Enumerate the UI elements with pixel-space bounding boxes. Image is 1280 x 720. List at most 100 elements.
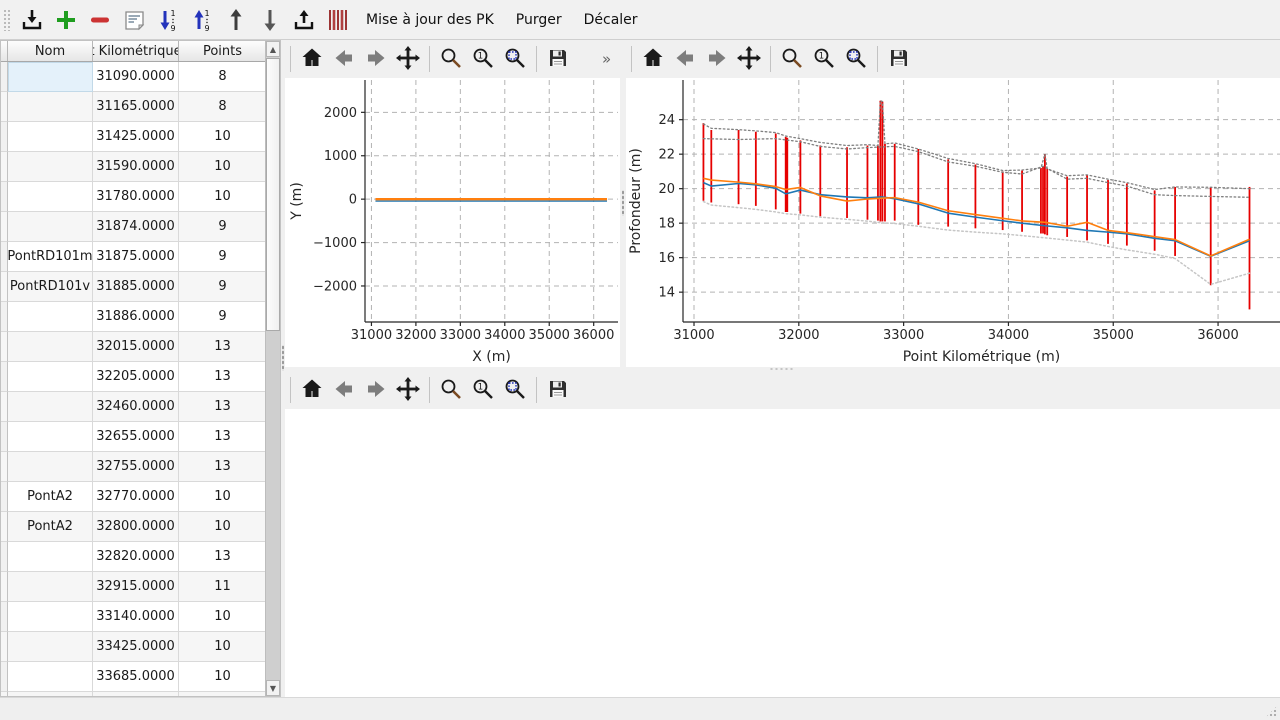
profondeur-chart[interactable]: 3100032000330003400035000360001416182022… xyxy=(626,78,1280,367)
table-cell[interactable] xyxy=(8,392,93,422)
table-cell[interactable]: 9 xyxy=(179,302,267,332)
table-cell[interactable]: 10 xyxy=(179,632,267,662)
pan-button[interactable] xyxy=(733,43,765,75)
table-cell[interactable]: PontA2 xyxy=(8,482,93,512)
table-cell[interactable] xyxy=(8,92,93,122)
table-cell[interactable]: 10 xyxy=(179,512,267,542)
zoom-one-button[interactable]: 1 xyxy=(808,43,840,75)
notes-button[interactable] xyxy=(118,4,150,36)
table-cell[interactable]: 32015.0000 xyxy=(93,332,179,362)
bottom-plot-canvas[interactable] xyxy=(285,409,1280,697)
move-down-button[interactable] xyxy=(254,4,286,36)
toolbar-drag-handle[interactable] xyxy=(3,9,11,31)
table-cell[interactable]: 10 xyxy=(179,602,267,632)
table-cell[interactable]: 31425.0000 xyxy=(93,122,179,152)
zoom-fit-button[interactable] xyxy=(840,43,872,75)
forward-button[interactable] xyxy=(701,43,733,75)
table-cell[interactable]: 32460.0000 xyxy=(93,392,179,422)
home-button[interactable] xyxy=(637,43,669,75)
table-cell[interactable] xyxy=(8,212,93,242)
table-cell[interactable] xyxy=(8,542,93,572)
scroll-down-icon[interactable]: ▼ xyxy=(266,680,280,696)
table-cell[interactable]: 10 xyxy=(179,662,267,692)
right-plot-canvas[interactable]: 3100032000330003400035000360001416182022… xyxy=(626,78,1280,367)
table-cell[interactable]: 9 xyxy=(179,242,267,272)
back-button[interactable] xyxy=(328,43,360,75)
left-plot-canvas[interactable]: 310003200033000340003500036000−2000−1000… xyxy=(285,78,620,367)
table-cell[interactable] xyxy=(8,362,93,392)
table-cell[interactable] xyxy=(8,302,93,332)
table-cell[interactable]: 9 xyxy=(179,212,267,242)
add-row-button[interactable] xyxy=(50,4,82,36)
shift-button[interactable]: Décaler xyxy=(574,4,648,36)
xy-chart[interactable]: 310003200033000340003500036000−2000−1000… xyxy=(285,78,620,367)
save-button[interactable] xyxy=(542,374,574,406)
table-cell[interactable]: 10 xyxy=(179,122,267,152)
table-cell[interactable]: 8 xyxy=(179,62,267,92)
home-button[interactable] xyxy=(296,43,328,75)
profiles-button[interactable] xyxy=(322,4,354,36)
sort-ascending-button[interactable]: 19 xyxy=(186,4,218,36)
table-cell[interactable] xyxy=(8,632,93,662)
table-cell[interactable] xyxy=(8,152,93,182)
zoom-one-button[interactable]: 1 xyxy=(467,43,499,75)
toolbar-overflow-icon[interactable]: » xyxy=(602,50,611,68)
table-cell[interactable]: 31090.0000 xyxy=(93,62,179,92)
table-cell[interactable]: 13 xyxy=(179,422,267,452)
table-cell[interactable] xyxy=(8,332,93,362)
table-cell[interactable]: PontRD101m xyxy=(8,242,93,272)
update-pk-button[interactable]: Mise à jour des PK xyxy=(356,4,504,36)
table-cell[interactable]: 33685.0000 xyxy=(93,662,179,692)
table-cell[interactable]: 10 xyxy=(179,482,267,512)
table-cell[interactable]: 31874.0000 xyxy=(93,212,179,242)
table-cell[interactable] xyxy=(8,422,93,452)
zoom-button[interactable] xyxy=(776,43,808,75)
move-up-button[interactable] xyxy=(220,4,252,36)
zoom-button[interactable] xyxy=(435,43,467,75)
save-button[interactable] xyxy=(542,43,574,75)
home-button[interactable] xyxy=(296,374,328,406)
sort-descending-button[interactable]: 19 xyxy=(152,4,184,36)
pan-button[interactable] xyxy=(392,43,424,75)
table-cell[interactable]: 8 xyxy=(179,92,267,122)
table-cell[interactable]: 33425.0000 xyxy=(93,632,179,662)
table-cell[interactable]: PontA2 xyxy=(8,512,93,542)
scroll-up-icon[interactable]: ▲ xyxy=(266,41,280,57)
table-cell[interactable]: PontRD101v xyxy=(8,272,93,302)
back-button[interactable] xyxy=(669,43,701,75)
pan-button[interactable] xyxy=(392,374,424,406)
table-cell[interactable] xyxy=(8,452,93,482)
table-cell[interactable]: 31875.0000 xyxy=(93,242,179,272)
forward-button[interactable] xyxy=(360,374,392,406)
table-cell[interactable]: 32205.0000 xyxy=(93,362,179,392)
table-cell[interactable]: 32800.0000 xyxy=(93,512,179,542)
table-cell[interactable]: 31780.0000 xyxy=(93,182,179,212)
import-button[interactable] xyxy=(16,4,48,36)
table-cell[interactable]: 32915.0000 xyxy=(93,572,179,602)
table-cell[interactable]: 32655.0000 xyxy=(93,422,179,452)
table-cell[interactable]: 31885.0000 xyxy=(93,272,179,302)
table-cell[interactable] xyxy=(8,572,93,602)
table-cell[interactable]: 13 xyxy=(179,452,267,482)
column-header-points[interactable]: Points xyxy=(179,41,267,61)
table-cell[interactable]: 10 xyxy=(179,182,267,212)
export-button[interactable] xyxy=(288,4,320,36)
column-header-nom[interactable]: Nom xyxy=(8,41,93,61)
table-cell[interactable]: 32755.0000 xyxy=(93,452,179,482)
zoom-fit-button[interactable] xyxy=(499,374,531,406)
table-cell[interactable]: 32820.0000 xyxy=(93,542,179,572)
table-cell[interactable]: 9 xyxy=(179,272,267,302)
table-cell[interactable]: 13 xyxy=(179,542,267,572)
purge-button[interactable]: Purger xyxy=(506,4,572,36)
back-button[interactable] xyxy=(328,374,360,406)
table-cell[interactable]: 13 xyxy=(179,362,267,392)
forward-button[interactable] xyxy=(360,43,392,75)
table-cell[interactable]: 33140.0000 xyxy=(93,602,179,632)
table-cell[interactable]: 31165.0000 xyxy=(93,92,179,122)
zoom-one-button[interactable]: 1 xyxy=(467,374,499,406)
table-cell[interactable]: 10 xyxy=(179,152,267,182)
table-cell[interactable]: 31590.0000 xyxy=(93,152,179,182)
table-cell[interactable]: 32770.0000 xyxy=(93,482,179,512)
table-cell[interactable]: 11 xyxy=(179,572,267,602)
table-cell[interactable]: 13 xyxy=(179,332,267,362)
